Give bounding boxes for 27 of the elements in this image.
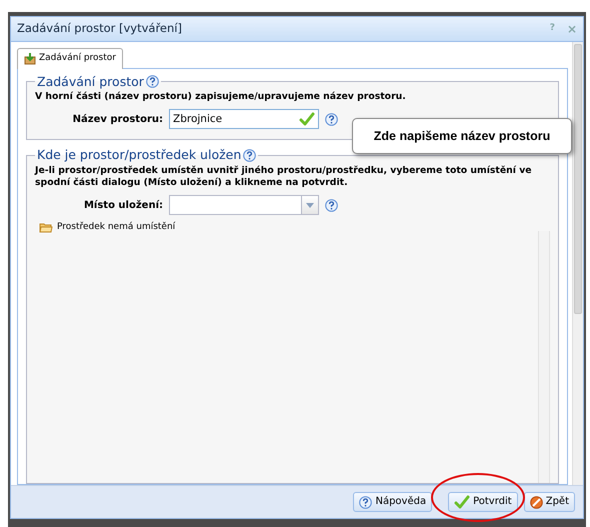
section-legend: Zadávání prostor	[35, 74, 161, 88]
scrollbar[interactable]	[538, 231, 550, 483]
confirm-button[interactable]: Potvrdit	[448, 492, 518, 512]
help-icon	[243, 148, 256, 162]
scrollbar[interactable]	[572, 42, 583, 485]
back-button[interactable]: Zpět	[524, 492, 575, 512]
tab[interactable]: Zadávání prostor	[17, 48, 123, 68]
help-icon	[325, 198, 338, 212]
description-text: V horní části (název prostoru) zapisujeme/upravujeme název prostoru.	[35, 91, 407, 104]
callout: Zde napišeme název prostoru	[352, 118, 572, 154]
field-label: Místo uložení:	[82, 198, 163, 213]
window-title: Zadávání prostor [vytváření]	[17, 20, 183, 38]
input-field[interactable]: Zbrojnice	[169, 109, 319, 130]
box-icon	[24, 52, 36, 65]
help-icon	[359, 496, 372, 508]
help-button[interactable]: Nápověda	[353, 492, 432, 512]
dropdown-field[interactable]	[169, 195, 319, 216]
field-label: Název prostoru:	[72, 112, 163, 127]
description-text: Je-li prostor/prostředek umístěn uvnitř jiného prostoru/prostředku, vybereme toto umístění ve spodní části dialogu (Místo uložení) a klikneme na potvrdit.	[35, 165, 533, 190]
help-icon	[146, 74, 159, 88]
section-legend: Kde je prostor/prostředek uložen	[35, 148, 258, 162]
checkmark-icon	[454, 495, 470, 509]
help-icon	[325, 112, 338, 126]
folder-icon	[39, 222, 53, 234]
cancel-icon	[530, 496, 543, 508]
tree-item[interactable]: Prostředek nemá umístění	[39, 221, 534, 235]
dropdown-arrow-icon	[306, 202, 314, 208]
